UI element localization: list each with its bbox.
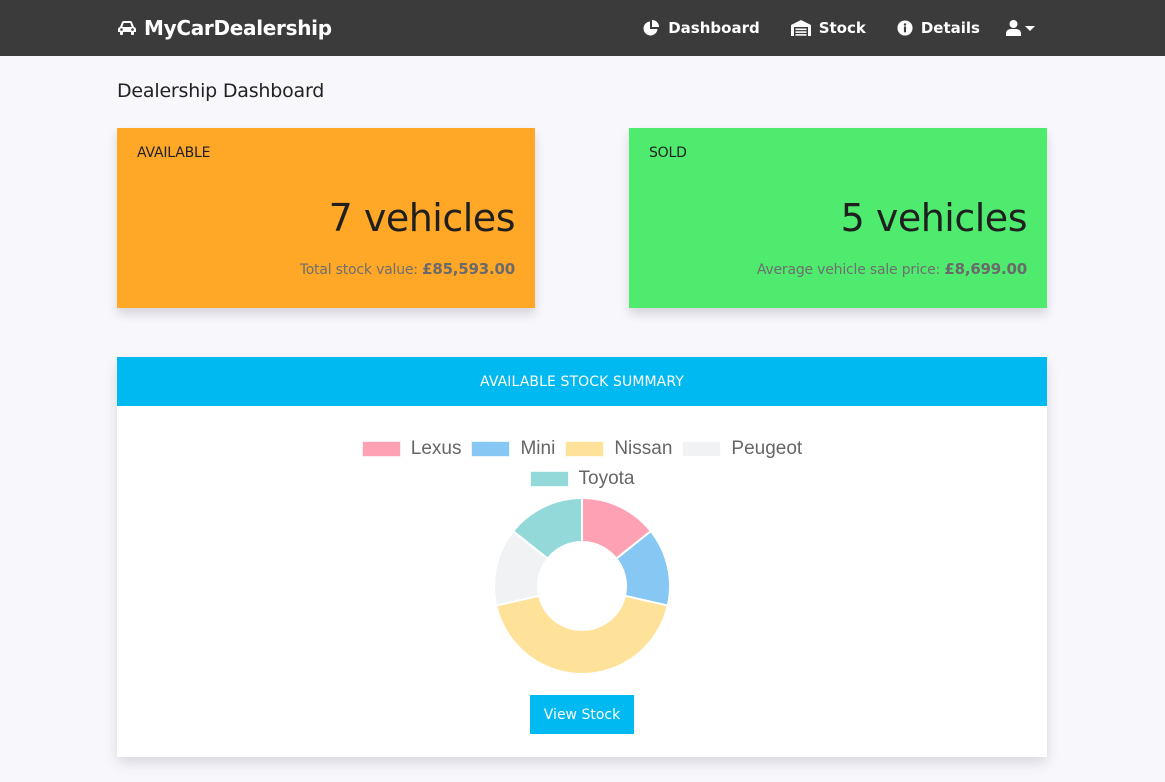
doughnut-slice-nissan[interactable] bbox=[495, 594, 669, 675]
brand-link[interactable]: MyCarDealership bbox=[117, 0, 332, 56]
chevron-down-icon bbox=[1025, 25, 1035, 31]
nav-details[interactable]: Details bbox=[897, 19, 980, 37]
user-icon bbox=[1006, 20, 1021, 36]
legend-item[interactable]: Peugeot bbox=[682, 438, 802, 460]
stock-doughnut-chart bbox=[493, 496, 671, 675]
legend-row-2: Toyota bbox=[117, 464, 1047, 494]
legend-item[interactable]: Lexus bbox=[361, 438, 462, 460]
avg-price-value: £8,699.00 bbox=[944, 260, 1027, 278]
navbar: MyCarDealership Dashboard Stock Details bbox=[0, 0, 1165, 56]
nav-dashboard-label: Dashboard bbox=[668, 19, 760, 37]
nav-details-label: Details bbox=[920, 19, 980, 37]
legend-item[interactable]: Nissan bbox=[565, 438, 672, 460]
legend-row-1: Lexus Mini Nissan Peugeot bbox=[117, 434, 1047, 464]
legend-label: Nissan bbox=[614, 438, 673, 459]
legend-item[interactable]: Mini bbox=[471, 438, 555, 460]
stock-summary-header: AVAILABLE STOCK SUMMARY bbox=[117, 357, 1047, 406]
nav-links: Dashboard Stock Details bbox=[611, 0, 1035, 56]
legend-label: Lexus bbox=[410, 438, 462, 459]
brand-name: MyCarDealership bbox=[144, 16, 332, 40]
legend-swatch bbox=[471, 441, 511, 457]
nav-stock[interactable]: Stock bbox=[790, 19, 866, 37]
stock-value-label: Total stock value: bbox=[299, 262, 418, 278]
sold-card: SOLD 5 vehicles Average vehicle sale pri… bbox=[629, 128, 1047, 308]
stock-summary-card: AVAILABLE STOCK SUMMARY Lexus Mini Nissan P… bbox=[117, 357, 1047, 757]
doughnut-svg bbox=[493, 496, 671, 675]
avg-price-label: Average vehicle sale price: bbox=[756, 262, 941, 278]
chart-legend: Lexus Mini Nissan Peugeot Toyota bbox=[117, 434, 1047, 494]
page-title: Dealership Dashboard bbox=[117, 80, 325, 102]
legend-item[interactable]: Toyota bbox=[529, 468, 635, 490]
sold-count: 5 vehicles bbox=[840, 196, 1028, 240]
info-circle-icon bbox=[897, 20, 913, 36]
legend-label: Mini bbox=[520, 438, 556, 459]
legend-swatch bbox=[682, 441, 722, 457]
legend-label: Peugeot bbox=[731, 438, 803, 459]
chart-pie-icon bbox=[643, 20, 660, 36]
sold-label: SOLD bbox=[649, 145, 687, 161]
view-stock-button[interactable]: View Stock bbox=[530, 695, 634, 734]
available-label: AVAILABLE bbox=[137, 145, 211, 161]
nav-stock-label: Stock bbox=[818, 19, 866, 37]
user-menu-toggle[interactable] bbox=[1006, 20, 1035, 36]
legend-label: Toyota bbox=[578, 468, 635, 489]
nav-dashboard[interactable]: Dashboard bbox=[642, 19, 760, 37]
avg-price-line: Average vehicle sale price: £8,699.00 bbox=[757, 260, 1027, 278]
legend-swatch bbox=[361, 441, 401, 457]
legend-swatch bbox=[529, 471, 569, 487]
available-count: 7 vehicles bbox=[328, 196, 516, 240]
stock-value-line: Total stock value: £85,593.00 bbox=[300, 260, 515, 278]
warehouse-icon bbox=[790, 20, 811, 36]
stock-value: £85,593.00 bbox=[422, 260, 515, 278]
car-icon bbox=[118, 21, 136, 35]
available-card: AVAILABLE 7 vehicles Total stock value: … bbox=[117, 128, 535, 308]
legend-swatch bbox=[565, 441, 605, 457]
